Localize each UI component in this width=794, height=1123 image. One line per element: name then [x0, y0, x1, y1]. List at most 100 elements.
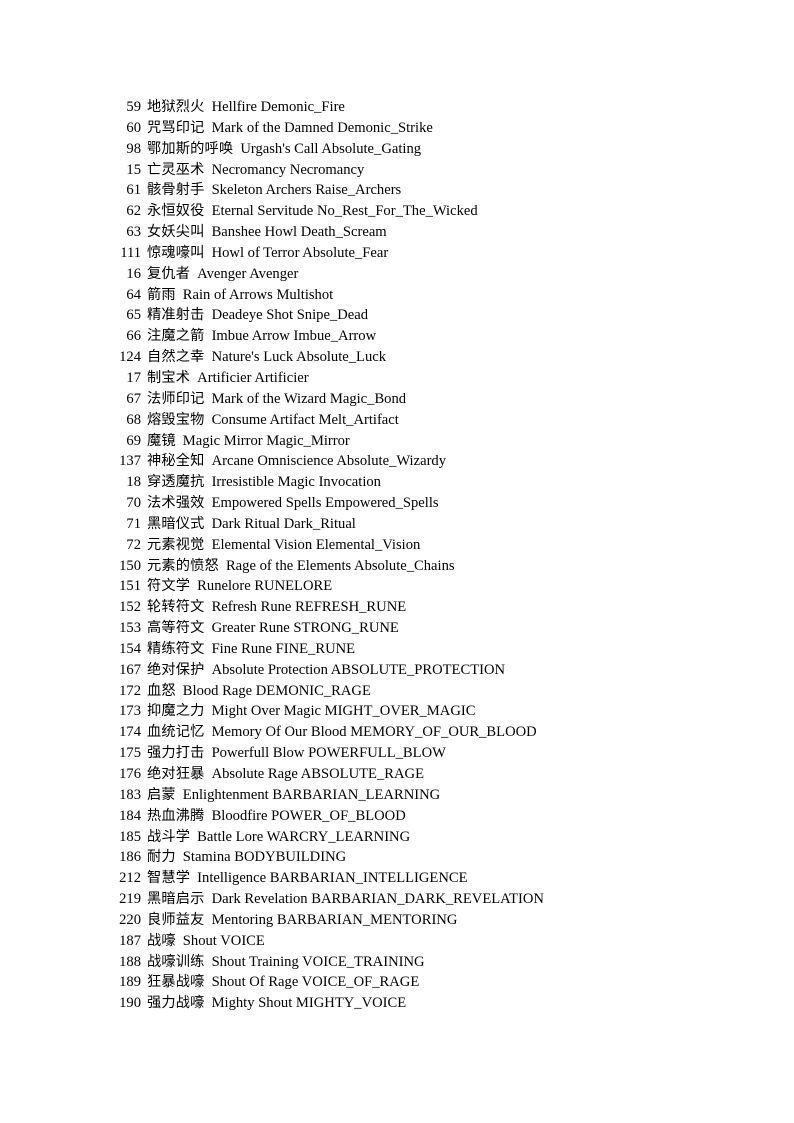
skill-row: 183 启蒙 Enlightenment BARBARIAN_LEARNING [118, 785, 758, 806]
skill-constant: MIGHT_OVER_MAGIC [324, 703, 476, 720]
skill-name-cn: 地狱烈火 [147, 99, 205, 115]
skill-row: 150 元素的愤怒 Rage of the Elements Absolute_Ch… [118, 556, 758, 577]
skill-constant: BODYBUILDING [234, 849, 347, 866]
skill-name-en: Urgash's Call [240, 140, 319, 157]
skill-name-en: Greater Rune [211, 620, 290, 637]
skill-list: 59 地狱烈火 Hellfire Demonic_Fire 60 咒骂印记 Mark of… [118, 97, 758, 1014]
skill-name-cn: 血怒 [147, 682, 176, 699]
skill-name-cn: 抑魔之力 [147, 703, 205, 720]
skill-name-cn: 绝对保护 [147, 661, 205, 678]
skill-row: 67 法师印记 Mark of the Wizard Magic_Bond [118, 389, 758, 410]
skill-row: 176 绝对狂暴 Absolute Rage ABSOLUTE_RAGE [118, 764, 758, 785]
skill-id: 65 [126, 307, 141, 324]
skill-constant: POWER_OF_BLOOD [271, 807, 406, 824]
skill-name-en: Avenger [197, 265, 247, 282]
skill-name-cn: 狂暴战嚎 [147, 974, 205, 991]
skill-row: 124 自然之幸 Nature's Luck Absolute_Luck [118, 347, 758, 368]
skill-name-en: Absolute Rage [211, 766, 298, 782]
skill-id: 185 [119, 828, 141, 845]
skill-name-en: Mark of the Damned [211, 119, 334, 136]
skill-name-cn: 智慧学 [147, 870, 191, 887]
skill-name-cn: 精练符文 [147, 640, 205, 657]
skill-name-cn: 箭雨 [147, 286, 176, 303]
skill-constant: MEMORY_OF_OUR_BLOOD [350, 724, 537, 741]
skill-name-en: Elemental Vision [211, 536, 313, 553]
skill-name-cn: 精准射击 [147, 307, 205, 324]
skill-id: 60 [126, 119, 141, 136]
skill-constant: Empowered_Spells [325, 495, 439, 512]
skill-row: 16 复仇者 Avenger Avenger [118, 264, 758, 285]
skill-name-en: Fine Rune [211, 640, 272, 657]
skill-constant: Absolute_Chains [354, 557, 455, 574]
skill-name-cn: 法师印记 [147, 390, 205, 407]
skill-name-en: Imbue Arrow [211, 328, 290, 345]
skill-row: 186 耐力 Stamina BODYBUILDING [118, 847, 758, 868]
skill-constant: VOICE [220, 932, 265, 949]
skill-name-en: Shout Of Rage [211, 974, 299, 991]
skill-row: 167 绝对保护 Absolute Protection ABSOLUTE_PROT… [118, 660, 758, 681]
skill-name-cn: 轮转符文 [147, 599, 205, 616]
skill-constant: Snipe_Dead [296, 307, 369, 324]
skill-constant: DEMONIC_RAGE [255, 682, 371, 699]
skill-row: 175 强力打击 Powerfull Blow POWERFULL_BLOW [118, 743, 758, 764]
skill-constant: Demonic_Fire [260, 99, 345, 115]
skill-constant: Absolute_Gating [321, 140, 422, 157]
skill-constant: STRONG_RUNE [293, 620, 399, 637]
skill-constant: Magic_Bond [329, 390, 407, 407]
skill-row: 187 战嚎 Shout VOICE [118, 931, 758, 952]
skill-name-en: Consume Artifact [211, 411, 315, 428]
skill-name-en: Skeleton Archers [211, 182, 312, 199]
skill-name-cn: 强力打击 [147, 745, 205, 762]
skill-name-cn: 良师益友 [147, 911, 205, 928]
skill-name-cn: 战嚎训练 [147, 953, 205, 970]
skill-constant: ABSOLUTE_RAGE [300, 766, 424, 782]
skill-name-en: Mighty Shout [211, 995, 293, 1012]
skill-name-cn: 元素视觉 [147, 536, 205, 553]
skill-name-cn: 熔毁宝物 [147, 411, 205, 428]
skill-row: 15 亡灵巫术 Necromancy Necromancy [118, 160, 758, 181]
skill-row: 72 元素视觉 Elemental Vision Elemental_Vision [118, 535, 758, 556]
skill-name-en: Blood Rage [182, 682, 253, 699]
skill-name-en: Dark Ritual [211, 515, 281, 532]
skill-constant: VOICE_TRAINING [302, 953, 425, 970]
skill-name-en: Absolute Protection [211, 661, 328, 678]
skill-constant: No_Rest_For_The_Wicked [316, 203, 478, 220]
skill-name-cn: 永恒奴役 [147, 203, 205, 220]
skill-row: 152 轮转符文 Refresh Rune REFRESH_RUNE [118, 597, 758, 618]
skill-name-en: Arcane Omniscience [211, 453, 334, 470]
skill-id: 64 [126, 286, 141, 303]
skill-row: 62 永恒奴役 Eternal Servitude No_Rest_For_The_… [118, 201, 758, 222]
skill-row: 69 魔镜 Magic Mirror Magic_Mirror [118, 431, 758, 452]
skill-name-en: Deadeye Shot [211, 307, 294, 324]
skill-name-cn: 魔镜 [147, 432, 176, 449]
skill-name-cn: 复仇者 [147, 265, 191, 282]
skill-name-en: Irresistible Magic [211, 474, 315, 491]
skill-row: 154 精练符文 Fine Rune FINE_RUNE [118, 639, 758, 660]
skill-row: 68 熔毁宝物 Consume Artifact Melt_Artifact [118, 410, 758, 431]
skill-name-cn: 黑暗启示 [147, 891, 205, 908]
skill-row: 190 强力战嚎 Mighty Shout MIGHTY_VOICE [118, 993, 758, 1014]
skill-id: 15 [126, 161, 141, 178]
skill-name-en: Empowered Spells [211, 495, 322, 512]
skill-constant: Absolute_Fear [302, 244, 389, 261]
skill-constant: Raise_Archers [315, 182, 402, 199]
skill-constant: Artificier [254, 369, 309, 386]
skill-row: 172 血怒 Blood Rage DEMONIC_RAGE [118, 681, 758, 702]
skill-id: 62 [126, 203, 141, 220]
skill-row: 153 高等符文 Greater Rune STRONG_RUNE [118, 618, 758, 639]
skill-id: 18 [126, 474, 141, 491]
skill-name-en: Magic Mirror [182, 432, 263, 449]
skill-row: 17 制宝术 Artificier Artificier [118, 368, 758, 389]
skill-constant: Imbue_Arrow [293, 328, 377, 345]
skill-name-en: Intelligence [197, 870, 267, 887]
skill-id: 67 [126, 390, 141, 407]
skill-name-en: Powerfull Blow [211, 745, 305, 762]
skill-id: 220 [119, 911, 141, 928]
skill-constant: REFRESH_RUNE [295, 599, 407, 616]
skill-id: 167 [119, 661, 141, 678]
skill-row: 174 血统记忆 Memory Of Our Blood MEMORY_OF_OUR… [118, 722, 758, 743]
skill-constant: BARBARIAN_LEARNING [272, 786, 441, 803]
skill-name-cn: 惊魂嚎叫 [147, 244, 205, 261]
skill-id: 176 [119, 766, 141, 782]
skill-name-cn: 元素的愤怒 [147, 557, 219, 574]
